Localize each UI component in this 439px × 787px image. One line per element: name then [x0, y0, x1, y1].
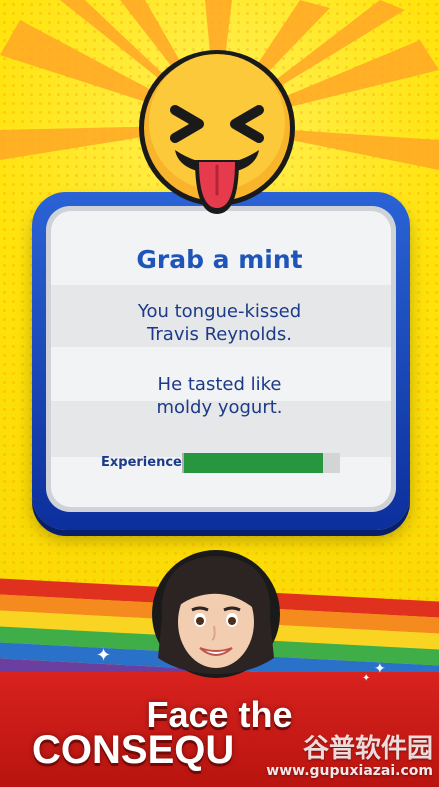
sparkle-icon: ✦ [96, 645, 112, 666]
event-outcome: He tasted like moldy yogurt. [156, 374, 283, 418]
promo-line-2: CONSEQU [32, 728, 235, 772]
event-message: You tongue-kissed Travis Reynolds. [137, 301, 302, 345]
experience-bar [182, 453, 340, 473]
woman-avatar-icon [152, 550, 280, 678]
watermark-url: www.gupuxiazai.com [266, 763, 433, 779]
watermark-brand: 谷普软件园 [302, 734, 433, 764]
event-title: Grab a mint [136, 245, 303, 274]
sparkle-icon: ✦ [362, 673, 371, 684]
watermark: 谷普软件园 www.gupuxiazai.com [266, 728, 433, 779]
tongue-out-squinting-face-icon [139, 50, 295, 214]
experience-label: Experience [101, 455, 182, 470]
sparkle-icon: ✦ [374, 661, 386, 677]
experience-bar-fill [184, 453, 323, 473]
